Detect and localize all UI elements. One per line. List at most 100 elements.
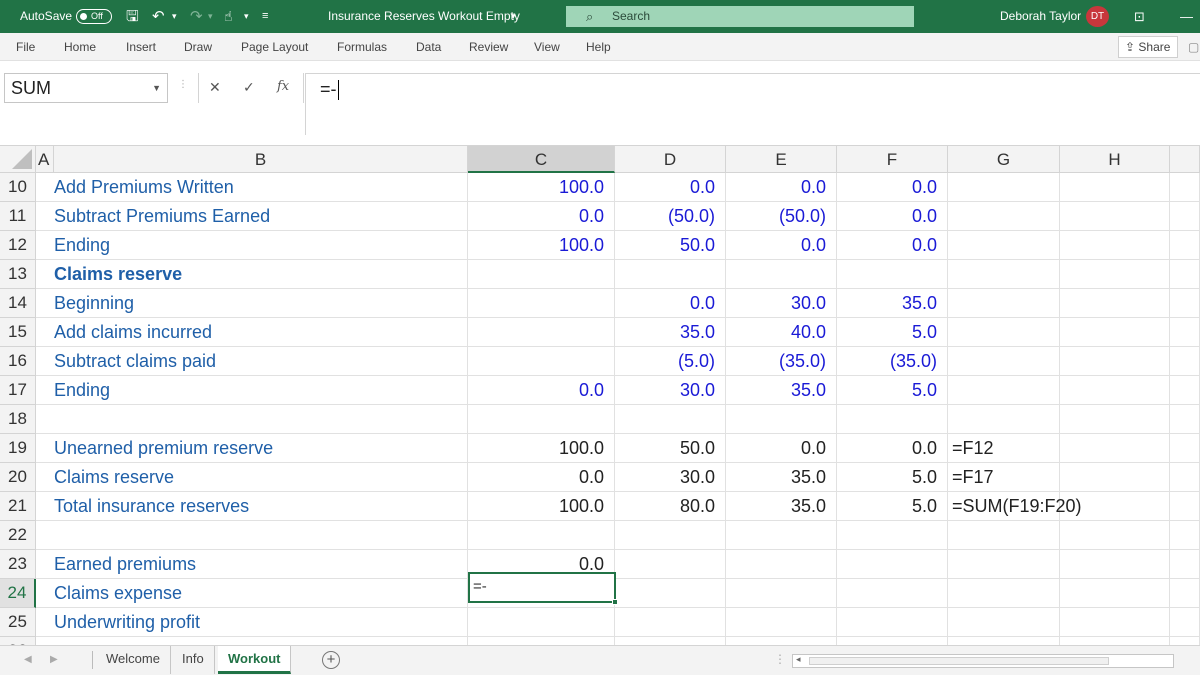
split-handle-icon[interactable]: ⋮ [774,652,786,666]
cell-f12[interactable]: 0.0 [837,231,948,260]
cell-d16[interactable]: (5.0) [615,347,726,376]
cell-c20[interactable]: 0.0 [468,463,615,492]
cell-filler[interactable] [1170,202,1200,231]
redo-icon[interactable]: ↷ [190,0,203,33]
row-header-22[interactable]: 22 [0,521,36,550]
cell-f14[interactable]: 35.0 [837,289,948,318]
cell-filler[interactable] [1170,260,1200,289]
column-header-d[interactable]: D [615,146,726,173]
cell-g12[interactable] [948,231,1060,260]
column-header-b[interactable]: B [54,146,468,173]
column-header-f[interactable]: F [837,146,948,173]
cell-filler[interactable] [1170,550,1200,579]
row-header-26[interactable]: 26 [0,637,36,645]
cell-b17[interactable]: Ending [36,376,468,405]
scroll-arrow-left-icon[interactable]: ◂ [796,654,801,665]
tab-help[interactable]: Help [586,33,611,61]
cell-g14[interactable] [948,289,1060,318]
cell-f20[interactable]: 5.0 [837,463,948,492]
cell-g17[interactable] [948,376,1060,405]
tab-home[interactable]: Home [64,33,96,61]
cell-b23[interactable]: Earned premiums [36,550,468,579]
cell-f22[interactable] [837,521,948,550]
column-header-e[interactable]: E [726,146,837,173]
row-header-16[interactable]: 16 [0,347,36,376]
add-sheet-button[interactable]: + [322,651,340,669]
minimize-icon[interactable]: — [1180,0,1193,33]
cell-b19[interactable]: Unearned premium reserve [36,434,468,463]
cancel-icon[interactable]: ✕ [209,79,221,96]
title-dropdown-icon[interactable]: ▾ [511,0,516,33]
cell-b14[interactable]: Beginning [36,289,468,318]
search-box[interactable]: ⌕ Search [566,6,914,27]
cell-e16[interactable]: (35.0) [726,347,837,376]
cell-e21[interactable]: 35.0 [726,492,837,521]
cell-d18[interactable] [615,405,726,434]
cell-g25[interactable] [948,608,1060,637]
cell-c22[interactable] [468,521,615,550]
cell-d19[interactable]: 50.0 [615,434,726,463]
cell-e15[interactable]: 40.0 [726,318,837,347]
save-icon[interactable]: 🖫 [126,0,139,33]
touch-mode-icon[interactable]: ☝ [224,0,233,33]
row-header-21[interactable]: 21 [0,492,36,521]
insert-function-icon[interactable]: fx [277,79,289,94]
user-name[interactable]: Deborah Taylor [1000,0,1081,33]
cell-h14[interactable] [1060,289,1170,318]
cell-g22[interactable] [948,521,1060,550]
cell-g15[interactable] [948,318,1060,347]
cell-b24[interactable]: Claims expense [36,579,468,608]
cell-e17[interactable]: 35.0 [726,376,837,405]
select-all-corner[interactable] [0,146,36,173]
cell-f17[interactable]: 5.0 [837,376,948,405]
cell-d26[interactable] [615,637,726,645]
avatar[interactable]: DT [1086,6,1109,27]
tab-page-layout[interactable]: Page Layout [241,33,308,61]
cell-f10[interactable]: 0.0 [837,173,948,202]
cell-h16[interactable] [1060,347,1170,376]
cell-d15[interactable]: 35.0 [615,318,726,347]
cell-d17[interactable]: 30.0 [615,376,726,405]
cell-d24[interactable] [615,579,726,608]
row-header-23[interactable]: 23 [0,550,36,579]
cell-filler[interactable] [1170,405,1200,434]
cell-d21[interactable]: 80.0 [615,492,726,521]
cell-d12[interactable]: 50.0 [615,231,726,260]
cell-f23[interactable] [837,550,948,579]
cell-e24[interactable] [726,579,837,608]
cell-h24[interactable] [1060,579,1170,608]
cell-d20[interactable]: 30.0 [615,463,726,492]
cell-c18[interactable] [468,405,615,434]
column-header-h[interactable]: H [1060,146,1170,173]
horizontal-scrollbar[interactable]: ◂ [792,654,1174,668]
cell-c14[interactable] [468,289,615,318]
cell-h15[interactable] [1060,318,1170,347]
cell-filler[interactable] [1170,347,1200,376]
cell-filler[interactable] [1170,579,1200,608]
drag-handle-icon[interactable]: ⋮ [178,79,188,90]
sheet-tab-info[interactable]: Info [172,646,215,674]
scroll-right-icon[interactable]: ▶ [50,654,58,665]
name-box[interactable]: SUM ▼ [4,73,168,103]
cell-h18[interactable] [1060,405,1170,434]
sheet-tab-welcome[interactable]: Welcome [96,646,171,674]
formula-input[interactable]: =- [305,73,1200,135]
cell-d11[interactable]: (50.0) [615,202,726,231]
cell-b20[interactable]: Claims reserve [36,463,468,492]
cell-d22[interactable] [615,521,726,550]
cell-filler[interactable] [1170,492,1200,521]
cell-c16[interactable] [468,347,615,376]
cell-filler[interactable] [1170,318,1200,347]
cell-filler[interactable] [1170,376,1200,405]
cell-g13[interactable] [948,260,1060,289]
cell-h26[interactable] [1060,637,1170,645]
file-title[interactable]: Insurance Reserves Workout Empty [328,0,520,33]
cell-g10[interactable] [948,173,1060,202]
cell-b22[interactable] [36,521,468,550]
cell-h12[interactable] [1060,231,1170,260]
active-cell-c24[interactable]: =- [468,572,618,605]
cell-e26[interactable] [726,637,837,645]
enter-icon[interactable]: ✓ [243,79,255,96]
cell-g26[interactable] [948,637,1060,645]
row-header-14[interactable]: 14 [0,289,36,318]
